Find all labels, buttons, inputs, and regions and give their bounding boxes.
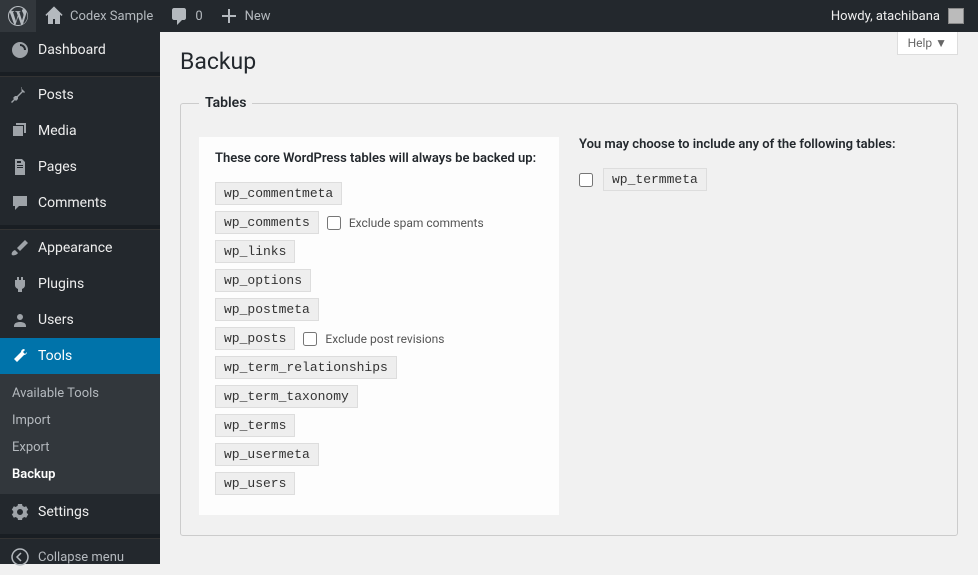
site-name-link[interactable]: Codex Sample bbox=[36, 0, 161, 32]
tools-icon bbox=[10, 346, 30, 366]
new-content-link[interactable]: New bbox=[211, 0, 279, 32]
sidebar-item-comments[interactable]: Comments bbox=[0, 185, 160, 221]
site-name: Codex Sample bbox=[70, 9, 153, 24]
sidebar-item-users[interactable]: Users bbox=[0, 302, 160, 338]
table-name: wp_term_taxonomy bbox=[215, 385, 358, 408]
collapse-menu[interactable]: Collapse menu bbox=[0, 539, 160, 575]
submenu-available-tools[interactable]: Available Tools bbox=[0, 380, 160, 407]
table-name: wp_term_relationships bbox=[215, 356, 397, 379]
my-account[interactable]: Howdy, atachibana bbox=[831, 8, 970, 24]
core-tables-box: These core WordPress tables will always … bbox=[199, 137, 559, 515]
sidebar-label: Media bbox=[38, 123, 77, 139]
sidebar-item-pages[interactable]: Pages bbox=[0, 149, 160, 185]
dashboard-icon bbox=[10, 40, 30, 60]
pin-icon bbox=[10, 85, 30, 105]
sidebar-item-posts[interactable]: Posts bbox=[0, 77, 160, 113]
core-table-row: wp_posts Exclude post revisions bbox=[215, 327, 543, 350]
wordpress-icon bbox=[8, 6, 28, 26]
core-table-row: wp_commentmeta bbox=[215, 182, 543, 205]
comments-link[interactable]: 0 bbox=[161, 0, 210, 32]
comments-count: 0 bbox=[195, 9, 202, 24]
collapse-icon bbox=[10, 547, 30, 567]
table-name: wp_usermeta bbox=[215, 443, 319, 466]
plugin-icon bbox=[10, 274, 30, 294]
optional-table-checkbox[interactable] bbox=[579, 173, 593, 187]
sidebar-item-tools[interactable]: Tools bbox=[0, 338, 160, 374]
exclude-spam-label: Exclude spam comments bbox=[349, 216, 484, 230]
core-table-row: wp_usermeta bbox=[215, 443, 543, 466]
plus-icon bbox=[219, 6, 239, 26]
optional-tables-heading: You may choose to include any of the fol… bbox=[579, 137, 939, 152]
table-name: wp_postmeta bbox=[215, 298, 319, 321]
sidebar-label: Appearance bbox=[38, 240, 112, 256]
media-icon bbox=[10, 121, 30, 141]
core-table-row: wp_terms bbox=[215, 414, 543, 437]
exclude-spam-checkbox[interactable] bbox=[327, 216, 341, 230]
table-name: wp_posts bbox=[215, 327, 295, 350]
core-table-row: wp_comments Exclude spam comments bbox=[215, 211, 543, 234]
sidebar-label: Users bbox=[38, 312, 74, 328]
core-table-row: wp_options bbox=[215, 269, 543, 292]
sidebar-label: Dashboard bbox=[38, 42, 106, 58]
help-tab[interactable]: Help ▼ bbox=[897, 32, 958, 55]
submenu-import[interactable]: Import bbox=[0, 407, 160, 434]
howdy-text: Howdy, atachibana bbox=[831, 9, 940, 24]
brush-icon bbox=[10, 238, 30, 258]
sidebar-label: Plugins bbox=[38, 276, 84, 292]
sidebar-item-settings[interactable]: Settings bbox=[0, 494, 160, 530]
core-table-row: wp_links bbox=[215, 240, 543, 263]
sidebar-item-appearance[interactable]: Appearance bbox=[0, 230, 160, 266]
submenu-export[interactable]: Export bbox=[0, 434, 160, 461]
admin-bar: Codex Sample 0 New Howdy, atachibana bbox=[0, 0, 978, 32]
main-content: Help ▼ Backup Tables These core WordPres… bbox=[160, 32, 978, 564]
table-name: wp_comments bbox=[215, 211, 319, 234]
sidebar-label: Comments bbox=[38, 195, 107, 211]
core-table-row: wp_term_taxonomy bbox=[215, 385, 543, 408]
tables-fieldset: Tables These core WordPress tables will … bbox=[180, 95, 958, 536]
new-label: New bbox=[245, 9, 271, 24]
page-title: Backup bbox=[180, 48, 958, 75]
core-table-row: wp_users bbox=[215, 472, 543, 495]
sidebar-item-plugins[interactable]: Plugins bbox=[0, 266, 160, 302]
avatar bbox=[948, 8, 964, 24]
core-table-row: wp_term_relationships bbox=[215, 356, 543, 379]
table-name: wp_users bbox=[215, 472, 295, 495]
sidebar-label: Posts bbox=[38, 87, 74, 103]
collapse-label: Collapse menu bbox=[38, 550, 124, 565]
sidebar-item-media[interactable]: Media bbox=[0, 113, 160, 149]
sidebar-label: Tools bbox=[38, 348, 72, 364]
core-tables-heading: These core WordPress tables will always … bbox=[215, 151, 543, 166]
comment-icon bbox=[10, 193, 30, 213]
table-name: wp_links bbox=[215, 240, 295, 263]
settings-icon bbox=[10, 502, 30, 522]
exclude-revisions-checkbox[interactable] bbox=[303, 332, 317, 346]
sidebar-item-dashboard[interactable]: Dashboard bbox=[0, 32, 160, 68]
wp-logo[interactable] bbox=[0, 0, 36, 32]
fieldset-legend: Tables bbox=[199, 95, 252, 111]
home-icon bbox=[44, 6, 64, 26]
page-icon bbox=[10, 157, 30, 177]
tools-submenu: Available Tools Import Export Backup bbox=[0, 374, 160, 494]
exclude-revisions-label: Exclude post revisions bbox=[325, 332, 444, 346]
optional-table-row: wp_termmeta bbox=[579, 168, 939, 191]
sidebar-label: Pages bbox=[38, 159, 77, 175]
table-name: wp_termmeta bbox=[603, 168, 707, 191]
submenu-backup[interactable]: Backup bbox=[0, 461, 160, 488]
table-name: wp_terms bbox=[215, 414, 295, 437]
comment-icon bbox=[169, 6, 189, 26]
user-icon bbox=[10, 310, 30, 330]
core-table-row: wp_postmeta bbox=[215, 298, 543, 321]
table-name: wp_commentmeta bbox=[215, 182, 342, 205]
sidebar-label: Settings bbox=[38, 504, 89, 520]
admin-sidebar: Dashboard Posts Media Pages Comments App… bbox=[0, 32, 160, 564]
table-name: wp_options bbox=[215, 269, 311, 292]
optional-tables-box: You may choose to include any of the fol… bbox=[579, 137, 939, 191]
